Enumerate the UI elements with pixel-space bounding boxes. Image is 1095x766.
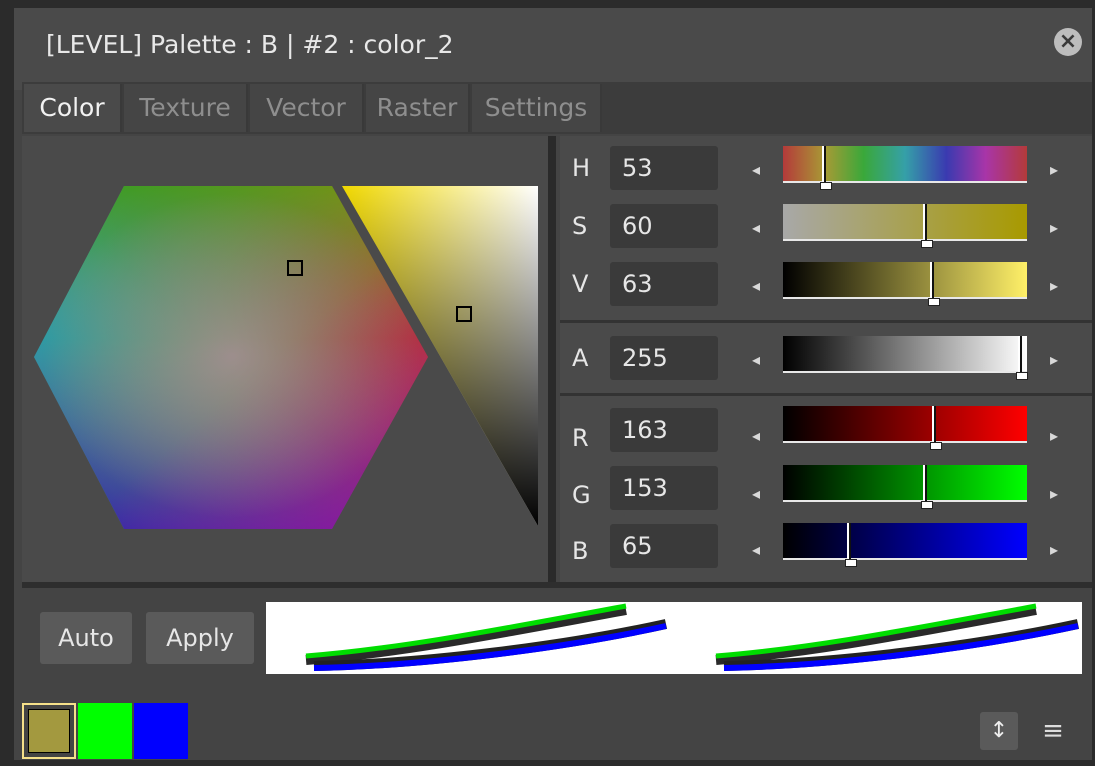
- blue-increment-icon[interactable]: ▸: [1046, 540, 1062, 559]
- saturation-label: S: [572, 212, 588, 240]
- stroke-sample-left: [305, 603, 668, 671]
- swatch-current[interactable]: [22, 703, 76, 759]
- saturation-slider-track[interactable]: [783, 204, 1027, 240]
- saturation-decrement-icon[interactable]: ◂: [748, 218, 764, 237]
- green-slider-track[interactable]: [783, 465, 1027, 501]
- separator: [560, 320, 1092, 323]
- swatch-blue[interactable]: [134, 703, 188, 759]
- saturation-value-field[interactable]: 60: [610, 204, 718, 248]
- blue-label: B: [572, 537, 589, 565]
- value-slider-track[interactable]: [783, 262, 1027, 298]
- hue-slider-track[interactable]: [783, 146, 1027, 182]
- tab-raster[interactable]: Raster: [366, 84, 470, 132]
- separator: [560, 393, 1092, 396]
- value-label: V: [572, 270, 589, 298]
- hexagon-color-picker[interactable]: [22, 136, 548, 582]
- saturation-increment-icon[interactable]: ▸: [1046, 218, 1062, 237]
- alpha-slider-handle[interactable]: [1017, 336, 1022, 372]
- apply-button[interactable]: Apply: [146, 612, 254, 664]
- green-slider-flag[interactable]: [920, 501, 933, 509]
- alpha-decrement-icon[interactable]: ◂: [748, 350, 764, 369]
- green-label: G: [572, 481, 591, 509]
- panel-splitter[interactable]: [548, 136, 556, 582]
- tab-vector[interactable]: Vector: [250, 84, 364, 132]
- hue-label: H: [572, 154, 591, 182]
- hue-decrement-icon[interactable]: ◂: [748, 160, 764, 179]
- stroke-preview: [266, 602, 1082, 674]
- value-slider-baseline: [783, 297, 1027, 299]
- red-slider-handle[interactable]: [932, 406, 937, 442]
- value-slider-flag[interactable]: [927, 298, 940, 306]
- value-increment-icon[interactable]: ▸: [1046, 276, 1062, 295]
- blue-value-field[interactable]: 65: [610, 524, 718, 568]
- red-label: R: [572, 424, 589, 452]
- green-slider-baseline: [783, 500, 1027, 502]
- red-decrement-icon[interactable]: ◂: [748, 426, 764, 445]
- close-icon[interactable]: ×: [1054, 28, 1082, 56]
- tab-color[interactable]: Color: [24, 84, 122, 132]
- red-slider-track[interactable]: [783, 406, 1027, 442]
- value-slider-handle[interactable]: [929, 262, 934, 298]
- saturation-slider-handle[interactable]: [922, 204, 927, 240]
- value-value-field[interactable]: 63: [610, 262, 718, 306]
- panel-title: [LEVEL] Palette : B | #2 : color_2: [46, 30, 454, 59]
- red-slider-flag[interactable]: [930, 442, 943, 450]
- hamburger-menu-icon[interactable]: ≡: [1034, 712, 1072, 750]
- value-decrement-icon[interactable]: ◂: [748, 276, 764, 295]
- blue-slider-handle[interactable]: [846, 523, 851, 559]
- blue-decrement-icon[interactable]: ◂: [748, 540, 764, 559]
- tab-settings[interactable]: Settings: [472, 84, 602, 132]
- blue-slider-flag[interactable]: [844, 559, 857, 567]
- green-value-field[interactable]: 153: [610, 466, 718, 510]
- alpha-slider-flag[interactable]: [1015, 372, 1028, 380]
- hue-value-field[interactable]: 53: [610, 146, 718, 190]
- red-increment-icon[interactable]: ▸: [1046, 426, 1062, 445]
- swatch-green[interactable]: [78, 703, 132, 759]
- hue-slider-handle[interactable]: [822, 146, 827, 182]
- saturation-slider-flag[interactable]: [920, 240, 933, 248]
- blue-slider-baseline: [783, 558, 1027, 560]
- alpha-slider-baseline: [783, 371, 1027, 373]
- swatch-current-fill: [28, 709, 70, 753]
- hue-slider-flag[interactable]: [820, 182, 833, 190]
- blue-slider-track[interactable]: [783, 523, 1027, 559]
- green-decrement-icon[interactable]: ◂: [748, 484, 764, 503]
- red-slider-baseline: [783, 441, 1027, 443]
- green-slider-handle[interactable]: [922, 465, 927, 501]
- red-value-field[interactable]: 163: [610, 408, 718, 452]
- alpha-label: A: [572, 344, 589, 372]
- tab-texture[interactable]: Texture: [124, 84, 248, 132]
- alpha-increment-icon[interactable]: ▸: [1046, 350, 1062, 369]
- alpha-value-field[interactable]: 255: [610, 336, 718, 380]
- hue-increment-icon[interactable]: ▸: [1046, 160, 1062, 179]
- alpha-slider-track[interactable]: [783, 336, 1027, 372]
- vertical-arrows-icon[interactable]: ↕: [980, 712, 1018, 750]
- saturation-slider-baseline: [783, 239, 1027, 241]
- stroke-sample-right: [715, 603, 1080, 671]
- green-increment-icon[interactable]: ▸: [1046, 484, 1062, 503]
- auto-button[interactable]: Auto: [40, 612, 132, 664]
